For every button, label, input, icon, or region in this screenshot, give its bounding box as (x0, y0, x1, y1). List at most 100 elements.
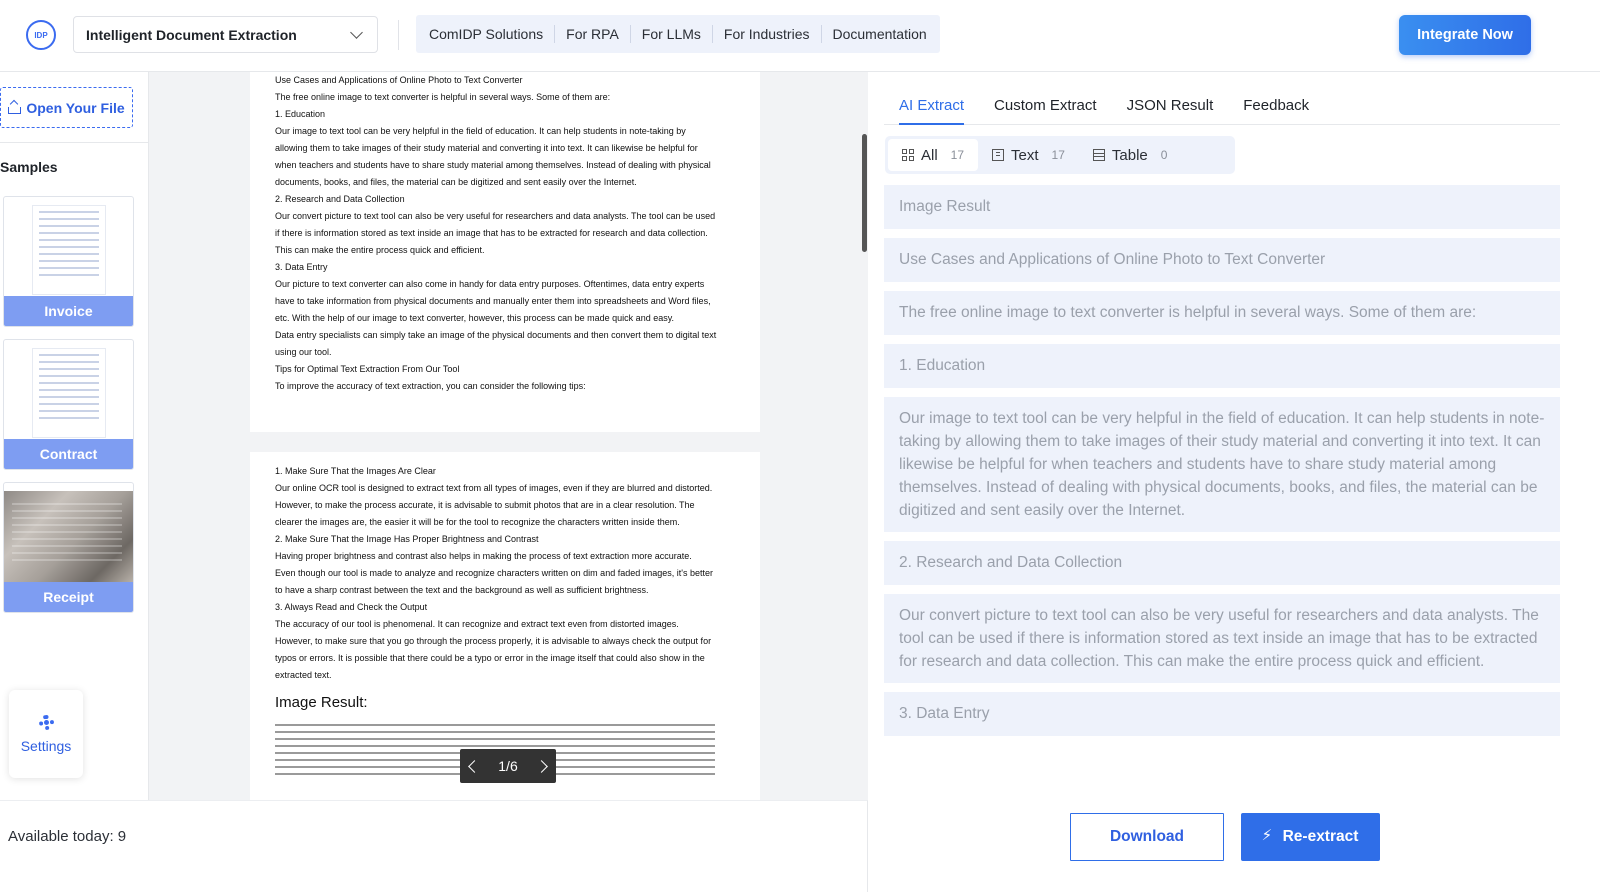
tab-custom-extract[interactable]: Custom Extract (994, 88, 1097, 124)
document-line: Having proper brightness and contrast al… (275, 551, 692, 561)
document-line: Tips for Optimal Text Extraction From Ou… (275, 364, 460, 374)
sample-label: Invoice (4, 296, 133, 326)
document-line: Our online OCR tool is designed to extra… (275, 483, 713, 493)
document-line: 1. Education (275, 109, 326, 119)
document-line: Use Cases and Applications of Online Pho… (275, 75, 523, 85)
filter-count: 0 (1160, 148, 1168, 162)
settings-label: Settings (20, 737, 72, 754)
receipt-thumbnail (4, 483, 133, 583)
result-block[interactable]: The free online image to text converter … (884, 291, 1560, 335)
chevron-down-icon (350, 25, 363, 39)
document-line: Our picture to text converter can also c… (275, 279, 705, 289)
nav-for-llms[interactable]: For LLMs (631, 25, 713, 43)
header-divider (398, 20, 399, 50)
document-line: 3. Data Entry (275, 262, 328, 272)
idp-logo-icon[interactable]: IDP (26, 20, 56, 50)
nav-for-industries[interactable]: For Industries (713, 25, 822, 43)
product-select[interactable]: Intelligent Document Extraction (73, 16, 378, 53)
document-line: 1. Make Sure That the Images Are Clear (275, 466, 436, 476)
document-line: 3. Always Read and Check the Output (275, 602, 428, 612)
document-page-2: 1. Make Sure That the Images Are Clear Ou… (250, 452, 760, 800)
page-indicator: 1/6 (498, 758, 518, 774)
result-block[interactable]: 2. Research and Data Collection (884, 541, 1560, 585)
document-line: when teachers and students have to share… (275, 160, 711, 170)
nav-documentation[interactable]: Documentation (822, 25, 938, 43)
integrate-now-button[interactable]: Integrate Now (1399, 15, 1531, 55)
viewer-footer: Available today: 9 (0, 800, 868, 892)
table-icon (1092, 149, 1105, 161)
filter-label: All (921, 146, 938, 164)
document-line: 2. Research and Data Collection (275, 194, 405, 204)
sample-contract[interactable]: Contract (3, 339, 134, 470)
document-line: The accuracy of our tool is phenomenal. … (275, 619, 679, 629)
filter-text[interactable]: Text 17 (978, 139, 1079, 171)
document-line: This can make the entire process quick a… (275, 245, 485, 255)
document-line: Data entry specialists can simply take a… (275, 330, 717, 340)
document-line: using our tool. (275, 347, 332, 357)
document-line: clearer the images are, the easier it wi… (275, 517, 680, 527)
document-page-1: Use Cases and Applications of Online Pho… (250, 72, 760, 432)
bolt-icon (1262, 826, 1277, 845)
filter-all[interactable]: All 17 (888, 139, 979, 171)
upload-icon (8, 101, 22, 114)
sidebar-divider (0, 142, 148, 143)
document-line: typos or errors. It is possible that the… (275, 653, 705, 663)
document-line: extracted text. (275, 670, 332, 680)
document-line: have to take information from physical d… (275, 296, 711, 306)
contract-thumbnail (4, 340, 133, 440)
nav-for-rpa[interactable]: For RPA (555, 25, 631, 43)
result-block[interactable]: Use Cases and Applications of Online Pho… (884, 238, 1560, 282)
document-line: if there is information stored as text i… (275, 228, 708, 238)
open-file-button[interactable]: Open Your File (0, 87, 133, 128)
filter-label: Text (1011, 146, 1039, 164)
document-line: etc. With the help of our image to text … (275, 313, 675, 323)
filter-label: Table (1111, 146, 1148, 164)
logo-text: IDP (34, 30, 48, 40)
result-block[interactable]: 1. Education (884, 344, 1560, 388)
extracted-blocks: Image Result Use Cases and Applications … (884, 185, 1560, 745)
tab-json-result[interactable]: JSON Result (1127, 88, 1214, 124)
available-today: Available today: 9 (8, 828, 127, 845)
sidebar: Open Your File Samples Invoice Contract … (0, 72, 149, 800)
result-tabs: AI Extract Custom Extract JSON Result Fe… (884, 88, 1560, 125)
invoice-thumbnail (4, 197, 133, 297)
document-line: allowing them to take images of their st… (275, 143, 698, 153)
download-button[interactable]: Download (1070, 813, 1224, 861)
tab-ai-extract[interactable]: AI Extract (899, 88, 965, 125)
document-line: Our image to text tool can be very helpf… (275, 126, 686, 136)
nav-comidp-solutions[interactable]: ComIDP Solutions (418, 25, 556, 43)
chevron-right-icon[interactable] (535, 759, 548, 773)
document-line: To improve the accuracy of text extracti… (275, 381, 586, 391)
document-line: Our convert picture to text tool can als… (275, 211, 716, 221)
results-footer: Download Re-extract (868, 800, 1600, 892)
document-line: documents, books, and files, the materia… (275, 177, 637, 187)
settings-button[interactable]: Settings (9, 690, 83, 778)
filter-count: 17 (1051, 148, 1065, 162)
open-file-label: Open Your File (26, 99, 125, 116)
filter-table[interactable]: Table 0 (1079, 139, 1182, 171)
document-viewer[interactable]: Use Cases and Applications of Online Pho… (149, 72, 868, 800)
top-nav: ComIDP Solutions For RPA For LLMs For In… (416, 15, 940, 53)
result-block[interactable]: Image Result (884, 185, 1560, 229)
sample-receipt[interactable]: Receipt (3, 482, 134, 613)
document-line: However, to make the process accurate, i… (275, 500, 695, 510)
tab-feedback[interactable]: Feedback (1243, 88, 1309, 124)
result-block[interactable]: 3. Data Entry (884, 692, 1560, 736)
viewer-scrollbar[interactable] (862, 134, 867, 252)
sample-invoice[interactable]: Invoice (3, 196, 134, 327)
document-line: Even though our tool is made to analyze … (275, 568, 713, 578)
samples-title: Samples (0, 159, 58, 175)
re-extract-button[interactable]: Re-extract (1241, 813, 1380, 861)
results-panel: AI Extract Custom Extract JSON Result Fe… (868, 72, 1600, 800)
grid-icon (902, 149, 914, 161)
result-block[interactable]: Our convert picture to text tool can als… (884, 594, 1560, 683)
sample-label: Receipt (4, 582, 133, 612)
text-icon (992, 149, 1005, 161)
product-select-value: Intelligent Document Extraction (86, 26, 297, 43)
re-extract-label: Re-extract (1282, 828, 1359, 845)
chevron-left-icon[interactable] (468, 759, 481, 773)
result-block[interactable]: Our image to text tool can be very helpf… (884, 397, 1560, 532)
document-line: The free online image to text converter … (275, 92, 611, 102)
image-result-heading: Image Result: (275, 694, 368, 711)
gear-icon (38, 714, 54, 730)
